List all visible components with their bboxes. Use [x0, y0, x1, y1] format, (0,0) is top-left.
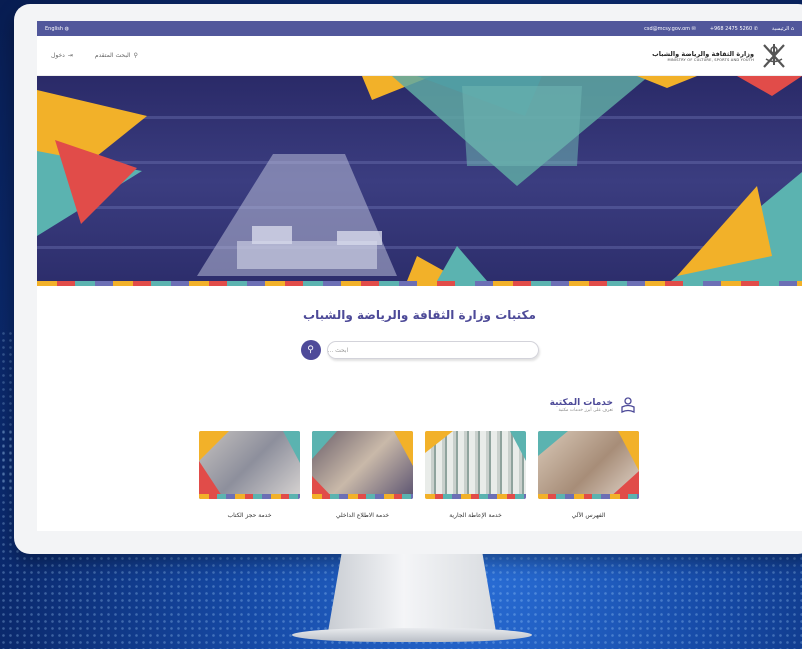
service-card-catalog[interactable]: الفهرس الآلي — [538, 431, 639, 519]
service-thumb-shapes — [312, 431, 413, 499]
service-thumb-strip — [538, 494, 639, 499]
service-label: خدمة حجز الكتاب — [227, 512, 272, 519]
site-header: دخول ⇥ البحث المتقدم ⚲ وزارة الثقافة والري… — [37, 36, 802, 76]
email-icon: ✉ — [691, 25, 696, 32]
login-link[interactable]: دخول ⇥ — [51, 52, 73, 59]
service-thumb-strip — [312, 494, 413, 499]
service-label: خدمة الاطلاع الداخلي — [335, 512, 390, 519]
service-card-book-reservation[interactable]: خدمة حجز الكتاب — [199, 431, 300, 519]
phone-number: +968 2475 5260 ✆ — [709, 25, 758, 32]
monitor-base — [292, 628, 532, 642]
search-bar: ⚲ ابحث ... — [37, 340, 802, 360]
login-icon: ⇥ — [67, 52, 73, 59]
website-screen: English ◍ ⌂ الرئيسية +968 2475 5260 ✆ cs… — [37, 21, 802, 531]
service-thumb-strip — [199, 494, 300, 499]
service-card-internal-reading[interactable]: خدمة الاطلاع الداخلي — [312, 431, 413, 519]
globe-icon: ◍ — [64, 25, 70, 32]
language-switch[interactable]: English ◍ — [45, 26, 69, 32]
services-subtitle: تعرف على أبرز خدمات مكتبة — [558, 407, 613, 413]
services-cards: الفهرس الآلي خدمة الإعاطة الجارية خدمة ا… — [199, 431, 639, 519]
top-bar: English ◍ ⌂ الرئيسية +968 2475 5260 ✆ cs… — [37, 21, 802, 36]
search-button[interactable]: ⚲ — [300, 340, 321, 360]
service-thumbnail — [538, 431, 639, 499]
search-icon: ⚲ — [307, 345, 314, 355]
home-icon: ⌂ — [790, 25, 794, 32]
service-thumbnail — [312, 431, 413, 499]
services-header: خدمات المكتبة تعرف على أبرز خدمات مكتبة — [550, 396, 637, 414]
logo-arabic: وزارة الثقافة والرياضة والشباب — [652, 49, 754, 58]
service-thumb-shapes — [199, 431, 300, 499]
hero-color-strip — [37, 281, 802, 286]
service-thumb-strip — [425, 494, 526, 499]
service-thumb-shapes — [538, 431, 639, 499]
hero-banner — [37, 76, 802, 286]
logo-english: MINISTRY OF CULTURE, SPORTS AND YOUTH — [667, 57, 754, 62]
service-thumbnail — [199, 431, 300, 499]
service-thumb-shapes — [425, 431, 526, 461]
person-reading-icon — [621, 397, 635, 414]
email-address[interactable]: csd@mcsy.gov.om ✉ — [644, 26, 696, 32]
page-title: مكتبات وزارة الثقافة والرياضة والشباب — [303, 308, 536, 322]
phone-icon: ✆ — [753, 25, 758, 32]
advanced-search-link[interactable]: البحث المتقدم ⚲ — [95, 52, 138, 59]
service-thumbnail — [425, 431, 526, 499]
home-link[interactable]: ⌂ الرئيسية — [772, 26, 794, 32]
ministry-logo[interactable]: وزارة الثقافة والرياضة والشباب MINISTRY … — [652, 41, 788, 71]
services-title: خدمات المكتبة — [549, 397, 613, 408]
emblem-icon — [763, 43, 785, 68]
service-card-current-awareness[interactable]: خدمة الإعاطة الجارية — [425, 431, 526, 519]
search-icon: ⚲ — [133, 52, 138, 59]
top-bar-info: ⌂ الرئيسية +968 2475 5260 ✆ csd@mcsy.gov… — [644, 26, 794, 32]
service-label: الفهرس الآلي — [571, 512, 606, 519]
monitor-stand — [328, 554, 496, 632]
service-label: خدمة الإعاطة الجارية — [449, 512, 502, 519]
search-input[interactable]: ابحث ... — [326, 341, 539, 359]
hero-shapes — [37, 76, 802, 286]
